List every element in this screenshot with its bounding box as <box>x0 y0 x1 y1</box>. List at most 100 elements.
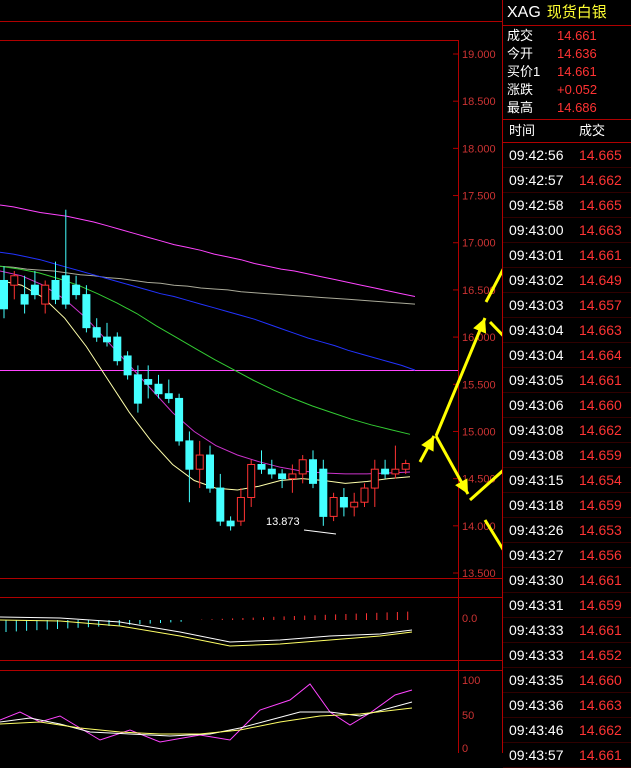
trade-time: 09:43:36 <box>509 697 564 713</box>
trade-row[interactable]: 09:43:08 14.662 <box>503 418 631 443</box>
quote-value: 14.661 <box>557 28 597 43</box>
trade-price: 14.649 <box>579 272 622 288</box>
trade-price: 14.661 <box>579 372 622 388</box>
trade-row[interactable]: 09:43:02 14.649 <box>503 268 631 293</box>
price-chart[interactable]: 19.00018.50018.00017.50017.00016.50016.0… <box>0 0 502 753</box>
trade-time: 09:43:57 <box>509 747 564 763</box>
trade-row[interactable]: 09:43:30 14.661 <box>503 568 631 593</box>
trade-time: 09:43:04 <box>509 347 564 363</box>
quote-row: 成交 14.661 <box>503 27 631 45</box>
trade-row[interactable]: 09:43:01 14.661 <box>503 243 631 268</box>
trade-row[interactable]: 09:43:05 14.661 <box>503 368 631 393</box>
trade-row[interactable]: 09:43:15 14.654 <box>503 468 631 493</box>
candle <box>113 332 122 366</box>
trade-price: 14.654 <box>579 472 622 488</box>
trade-time: 09:43:33 <box>509 647 564 663</box>
quote-value: +0.052 <box>557 82 598 97</box>
trade-row[interactable]: 09:42:58 14.665 <box>503 193 631 218</box>
indicator-zero-label: 0.0 <box>462 613 477 625</box>
price-tick-label: 15.000 <box>462 426 496 438</box>
trade-row[interactable]: 09:43:08 14.659 <box>503 443 631 468</box>
trade-row[interactable]: 09:43:04 14.664 <box>503 343 631 368</box>
trade-price: 14.661 <box>579 247 622 263</box>
trades-header-time: 时间 <box>509 123 536 138</box>
price-tick-label: 18.500 <box>462 96 496 108</box>
quote-label: 成交 <box>507 28 534 43</box>
trade-time: 09:42:58 <box>509 197 564 213</box>
quote-value: 14.661 <box>557 64 597 79</box>
trade-price: 14.661 <box>579 622 622 638</box>
trade-time: 09:43:01 <box>509 247 564 263</box>
trade-price: 14.663 <box>579 697 622 713</box>
trades-list[interactable]: 09:42:56 14.665 09:42:57 14.662 09:42:58 14.6… <box>503 143 631 768</box>
trade-row[interactable]: 09:43:33 14.652 <box>503 643 631 668</box>
trade-time: 09:43:27 <box>509 547 564 563</box>
svg-text:13.873: 13.873 <box>266 516 300 528</box>
candle <box>319 459 328 526</box>
trade-price: 14.659 <box>579 497 622 513</box>
quote-label: 最高 <box>507 100 534 115</box>
trade-time: 09:43:08 <box>509 422 564 438</box>
trade-row[interactable]: 09:43:04 14.663 <box>503 318 631 343</box>
trade-row[interactable]: 09:43:57 14.661 <box>503 743 631 768</box>
trade-price: 14.662 <box>579 172 622 188</box>
price-tick-label: 19.000 <box>462 49 496 61</box>
candle <box>123 351 132 380</box>
trade-price: 14.653 <box>579 522 622 538</box>
price-tick-label: 18.000 <box>462 143 496 155</box>
price-tick-label: 17.000 <box>462 238 496 250</box>
trade-row[interactable]: 09:43:35 14.660 <box>503 668 631 693</box>
quote-value: 14.636 <box>557 46 597 61</box>
quote-row: 买价1 14.661 <box>503 63 631 81</box>
trade-price: 14.660 <box>579 672 622 688</box>
trade-price: 14.663 <box>579 322 622 338</box>
instrument-code: XAG <box>507 4 541 21</box>
trade-row[interactable]: 09:43:18 14.659 <box>503 493 631 518</box>
quote-row: 今开 14.636 <box>503 45 631 63</box>
trade-time: 09:43:31 <box>509 597 564 613</box>
trade-time: 09:42:57 <box>509 172 564 188</box>
price-tick-label: 17.500 <box>462 191 496 203</box>
trade-price: 14.662 <box>579 722 622 738</box>
trade-price: 14.661 <box>579 747 622 763</box>
instrument-name: 现货白银 <box>546 4 607 21</box>
trade-time: 09:43:26 <box>509 522 564 538</box>
quote-label: 涨跌 <box>507 82 534 97</box>
trade-time: 09:43:06 <box>509 397 564 413</box>
quote-label: 今开 <box>507 46 534 61</box>
trade-row[interactable]: 09:42:56 14.665 <box>503 143 631 168</box>
quote-label: 买价1 <box>507 64 541 79</box>
trade-row[interactable]: 09:43:46 14.662 <box>503 718 631 743</box>
trade-time: 09:43:08 <box>509 447 564 463</box>
trade-time: 09:42:56 <box>509 147 564 163</box>
trade-row[interactable]: 09:43:31 14.659 <box>503 593 631 618</box>
trade-row[interactable]: 09:43:00 14.663 <box>503 218 631 243</box>
trade-price: 14.665 <box>579 197 622 213</box>
trade-row[interactable]: 09:43:03 14.657 <box>503 293 631 318</box>
trade-time: 09:43:05 <box>509 372 564 388</box>
trade-price: 14.665 <box>579 147 622 163</box>
trade-row[interactable]: 09:43:27 14.656 <box>503 543 631 568</box>
indicator2-tick-label: 100 <box>462 675 480 687</box>
trades-header-price: 成交 <box>579 123 606 138</box>
trade-price: 14.659 <box>579 447 622 463</box>
trade-price: 14.664 <box>579 347 622 363</box>
trade-row[interactable]: 09:43:36 14.663 <box>503 693 631 718</box>
trade-price: 14.662 <box>579 422 622 438</box>
trade-row[interactable]: 09:42:57 14.662 <box>503 168 631 193</box>
trade-price: 14.663 <box>579 222 622 238</box>
candle <box>329 492 338 522</box>
trade-time: 09:43:03 <box>509 297 564 313</box>
trade-time: 09:43:30 <box>509 572 564 588</box>
trade-row[interactable]: 09:43:26 14.653 <box>503 518 631 543</box>
quote-panel: XAG 现货白银 成交 14.661 今开 14.636 买价1 14.661 涨跌 +0.05… <box>502 0 631 768</box>
trade-time: 09:43:02 <box>509 272 564 288</box>
trade-price: 14.656 <box>579 547 622 563</box>
price-tick-label: 13.500 <box>462 568 496 580</box>
trade-row[interactable]: 09:43:33 14.661 <box>503 618 631 643</box>
quote-row: 最高 14.686 <box>503 99 631 117</box>
trade-row[interactable]: 09:43:06 14.660 <box>503 393 631 418</box>
trade-time: 09:43:46 <box>509 722 564 738</box>
trade-time: 09:43:18 <box>509 497 564 513</box>
trades-header: 时间 成交 <box>503 120 631 143</box>
